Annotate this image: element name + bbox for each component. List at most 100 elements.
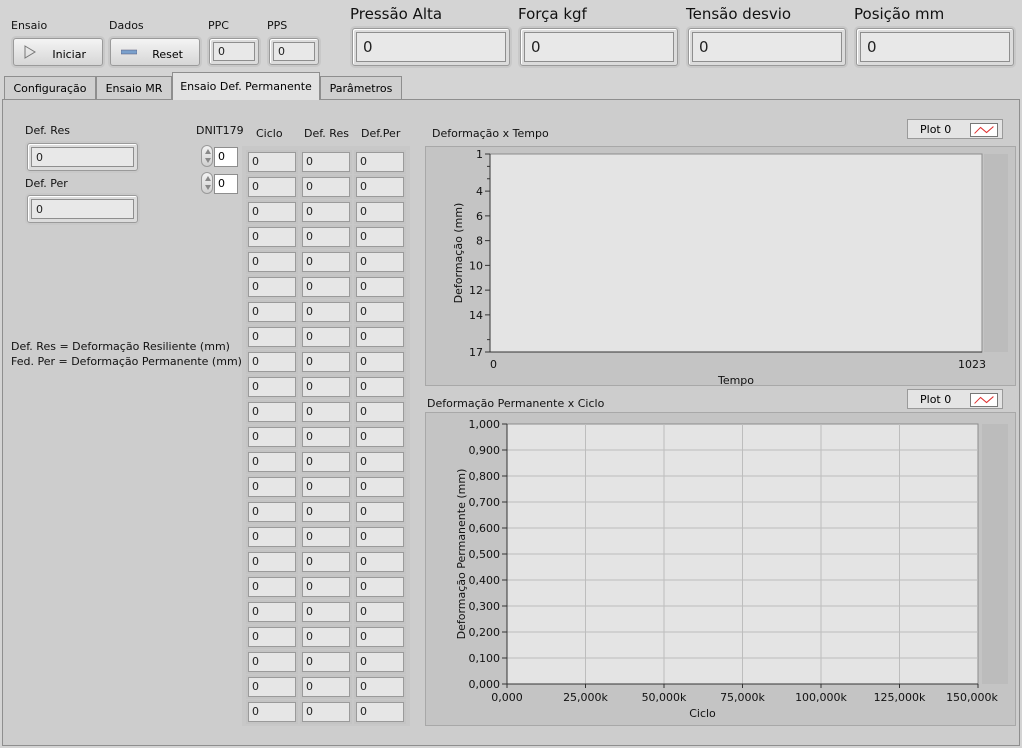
y-tick-label: 0,500 (469, 548, 501, 561)
tab-ensaio-mr[interactable]: Ensaio MR (96, 76, 172, 100)
def-res-cell[interactable]: 0 (302, 452, 350, 472)
def-res-cell[interactable]: 0 (302, 277, 350, 297)
ciclo-cell[interactable]: 0 (248, 177, 296, 197)
def-per-cell[interactable]: 0 (356, 452, 404, 472)
ciclo-cell[interactable]: 0 (248, 527, 296, 547)
ciclo-cell[interactable]: 0 (248, 477, 296, 497)
tab-parametros[interactable]: Parâmetros (320, 76, 402, 100)
def-res-cell[interactable]: 0 (302, 402, 350, 422)
chart-2-legend[interactable]: Plot 0 (907, 389, 1003, 409)
def-per-cell[interactable]: 0 (356, 252, 404, 272)
ciclo-cell[interactable]: 0 (248, 377, 296, 397)
chart-1[interactable]: 1468101214170 1023TempoDeformação (mm) (425, 146, 1016, 386)
chart-1-y-label: Deformação (mm) (452, 203, 465, 304)
def-res-cell[interactable]: 0 (302, 327, 350, 347)
ciclo-cell[interactable]: 0 (248, 552, 296, 572)
def-per-cell[interactable]: 0 (356, 152, 404, 172)
def-res-cell[interactable]: 0 (302, 477, 350, 497)
forca-indicator: 0 (520, 28, 678, 66)
y-tick-label: 10 (469, 259, 483, 272)
def-res-cell[interactable]: 0 (302, 627, 350, 647)
pps-indicator: 0 (269, 38, 319, 65)
ciclo-cell[interactable]: 0 (248, 152, 296, 172)
ciclo-cell[interactable]: 0 (248, 327, 296, 347)
dnit-spinner-1[interactable] (201, 145, 213, 167)
def-res-indicator: 0 (27, 143, 138, 171)
def-res-cell[interactable]: 0 (302, 377, 350, 397)
dados-label: Dados (109, 19, 144, 32)
def-per-cell[interactable]: 0 (356, 302, 404, 322)
x-tick-label: 100,000k (795, 691, 847, 704)
reset-label: Reset (152, 48, 183, 61)
def-per-cell[interactable]: 0 (356, 352, 404, 372)
def-per-cell[interactable]: 0 (356, 502, 404, 522)
ppc-value: 0 (213, 42, 255, 61)
def-res-cell[interactable]: 0 (302, 577, 350, 597)
ciclo-cell[interactable]: 0 (248, 627, 296, 647)
def-per-cell[interactable]: 0 (356, 277, 404, 297)
ciclo-cell[interactable]: 0 (248, 502, 296, 522)
def-res-cell[interactable]: 0 (302, 502, 350, 522)
def-res-cell[interactable]: 0 (302, 602, 350, 622)
chart-2[interactable]: 0,000 0,100 0,200 0,300 0,400 0,500 0,600 0,700… (425, 412, 1016, 726)
ciclo-cell[interactable]: 0 (248, 677, 296, 697)
chart-1-legend[interactable]: Plot 0 (907, 119, 1003, 139)
def-per-cell[interactable]: 0 (356, 527, 404, 547)
dnit-input-1[interactable]: 0 (214, 147, 238, 167)
ciclo-cell[interactable]: 0 (248, 227, 296, 247)
ciclo-cell[interactable]: 0 (248, 427, 296, 447)
ciclo-cell[interactable]: 0 (248, 452, 296, 472)
def-per-cell[interactable]: 0 (356, 602, 404, 622)
def-res-cell[interactable]: 0 (302, 677, 350, 697)
ciclo-cell[interactable]: 0 (248, 202, 296, 222)
y-tick-label: 4 (476, 185, 483, 198)
x-tick-label: 125,000k (874, 691, 926, 704)
def-per-cell[interactable]: 0 (356, 477, 404, 497)
ciclo-cell[interactable]: 0 (248, 702, 296, 722)
def-res-cell[interactable]: 0 (302, 652, 350, 672)
def-per-cell[interactable]: 0 (356, 577, 404, 597)
def-res-cell[interactable]: 0 (302, 227, 350, 247)
def-res-cell[interactable]: 0 (302, 152, 350, 172)
tab-ensaio-def-permanente[interactable]: Ensaio Def. Permanente (172, 72, 320, 100)
def-per-cell[interactable]: 0 (356, 652, 404, 672)
def-res-cell[interactable]: 0 (302, 352, 350, 372)
def-per-cell[interactable]: 0 (356, 177, 404, 197)
dnit-input-2[interactable]: 0 (214, 174, 238, 194)
def-per-cell[interactable]: 0 (356, 552, 404, 572)
iniciar-button[interactable]: Iniciar (13, 38, 103, 66)
def-per-cell[interactable]: 0 (356, 402, 404, 422)
ciclo-cell[interactable]: 0 (248, 252, 296, 272)
def-res-cell[interactable]: 0 (302, 252, 350, 272)
def-res-cell[interactable]: 0 (302, 552, 350, 572)
def-per-cell[interactable]: 0 (356, 202, 404, 222)
ciclo-cell[interactable]: 0 (248, 302, 296, 322)
reset-button[interactable]: Reset (110, 38, 200, 66)
def-per-cell[interactable]: 0 (356, 327, 404, 347)
chart-1-legend-label: Plot 0 (920, 122, 952, 136)
def-res-cell[interactable]: 0 (302, 202, 350, 222)
def-res-cell[interactable]: 0 (302, 177, 350, 197)
ciclo-cell[interactable]: 0 (248, 577, 296, 597)
def-per-cell[interactable]: 0 (356, 427, 404, 447)
def-per-cell[interactable]: 0 (356, 627, 404, 647)
ciclo-cell[interactable]: 0 (248, 277, 296, 297)
chart-1-side-strip (984, 154, 1008, 352)
def-per-cell[interactable]: 0 (356, 702, 404, 722)
ciclo-cell[interactable]: 0 (248, 352, 296, 372)
def-res-cell[interactable]: 0 (302, 427, 350, 447)
def-res-cell[interactable]: 0 (302, 302, 350, 322)
def-per-cell[interactable]: 0 (356, 377, 404, 397)
pps-value: 0 (273, 42, 315, 61)
def-res-cell[interactable]: 0 (302, 527, 350, 547)
def-res-label: Def. Res (25, 124, 70, 137)
tab-configuracao[interactable]: Configuração (4, 76, 96, 100)
ciclo-cell[interactable]: 0 (248, 602, 296, 622)
def-per-cell[interactable]: 0 (356, 677, 404, 697)
def-res-cell[interactable]: 0 (302, 702, 350, 722)
ciclo-cell[interactable]: 0 (248, 402, 296, 422)
dnit-spinner-2[interactable] (201, 172, 213, 194)
pps-label: PPS (267, 19, 288, 32)
def-per-cell[interactable]: 0 (356, 227, 404, 247)
ciclo-cell[interactable]: 0 (248, 652, 296, 672)
